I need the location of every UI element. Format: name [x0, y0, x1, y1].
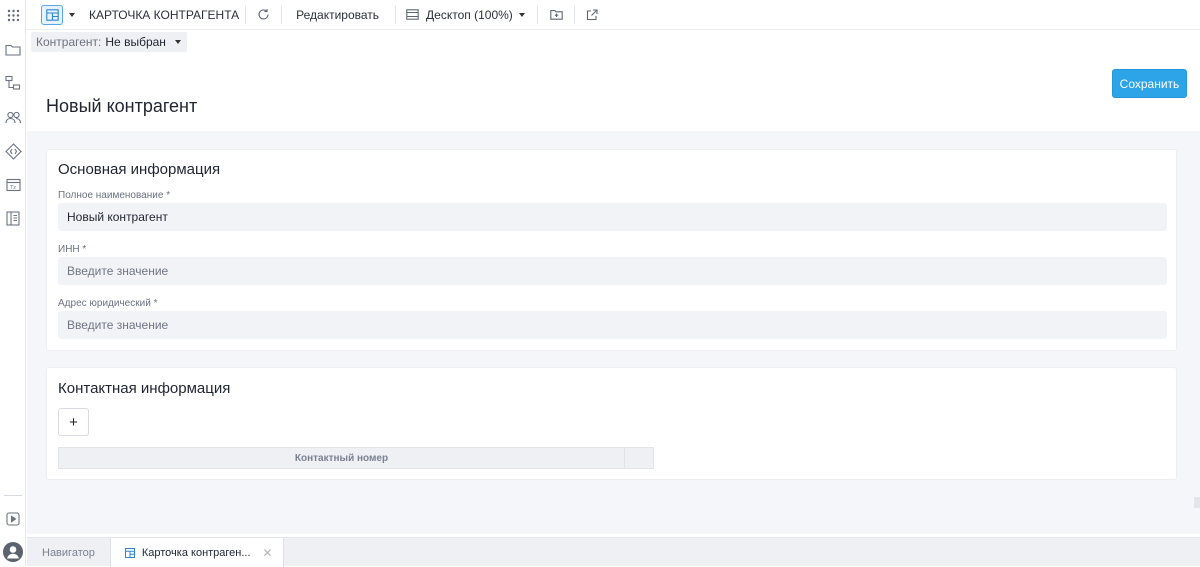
- viewport-label: Десктоп (100%): [426, 7, 513, 22]
- external-link-icon[interactable]: [586, 8, 598, 21]
- divider: [395, 5, 397, 24]
- column-header-phone[interactable]: Контактный номер: [59, 448, 625, 468]
- chevron-down-icon[interactable]: [69, 12, 75, 17]
- contact-info-card: Контактная информация + Контактный номер: [46, 367, 1177, 480]
- layout-icon: [124, 547, 135, 558]
- section-title: Контактная информация: [58, 380, 231, 397]
- full-name-label: Полное наименование *: [58, 190, 171, 201]
- apps-grid-icon[interactable]: [4, 6, 22, 24]
- bottom-tab-bar: Навигатор Карточка контраген... ✕: [27, 537, 1200, 567]
- divider: [536, 5, 538, 24]
- scrollbar[interactable]: [1194, 497, 1200, 508]
- divider: [573, 5, 575, 24]
- svg-text:Tz: Tz: [9, 185, 16, 191]
- section-title: Основная информация: [58, 161, 221, 178]
- desktop-icon: [406, 9, 419, 20]
- full-name-input[interactable]: Новый контрагент: [58, 203, 1167, 231]
- chevron-down-icon: [518, 12, 525, 17]
- filter-label: Контрагент:: [36, 35, 102, 49]
- edit-button[interactable]: Редактировать: [296, 8, 379, 22]
- folder-plus-icon[interactable]: [550, 9, 563, 20]
- contacts-table-header: Контактный номер: [58, 447, 654, 469]
- refresh-icon[interactable]: [257, 8, 270, 21]
- close-icon[interactable]: ✕: [263, 546, 273, 560]
- legal-address-label: Адрес юридический *: [58, 298, 158, 309]
- play-icon[interactable]: [4, 510, 22, 528]
- api-icon[interactable]: [4, 142, 22, 160]
- folder-icon[interactable]: [4, 40, 22, 58]
- left-rail: Tz: [0, 0, 26, 566]
- main-info-card: Основная информация Полное наименование …: [46, 149, 1177, 351]
- save-button[interactable]: Сохранить: [1112, 69, 1187, 98]
- page-name: КАРТОЧКА КОНТРАГЕНТА: [89, 7, 240, 22]
- legal-address-input[interactable]: Введите значение: [58, 311, 1167, 339]
- inn-label: ИНН *: [58, 244, 87, 255]
- chevron-down-icon: [174, 40, 181, 44]
- top-toolbar: КАРТОЧКА КОНТРАГЕНТА Редактировать Дескт…: [27, 0, 1200, 30]
- table-icon[interactable]: Tz: [4, 176, 22, 194]
- page-title: Новый контрагент: [46, 96, 198, 116]
- filter-value: Не выбран: [105, 35, 166, 49]
- viewport-select[interactable]: Десктоп (100%): [406, 0, 525, 30]
- page-type-button[interactable]: [41, 4, 63, 25]
- divider: [245, 5, 247, 24]
- inn-input[interactable]: Введите значение: [58, 257, 1167, 285]
- counterparty-filter[interactable]: Контрагент: Не выбран: [31, 32, 187, 52]
- layout-icon: [45, 8, 59, 21]
- tab-counterparty-card[interactable]: Карточка контраген... ✕: [110, 538, 284, 567]
- tab-navigator[interactable]: Навигатор: [27, 538, 111, 567]
- column-header-actions: [625, 448, 653, 468]
- users-icon[interactable]: [4, 108, 22, 126]
- tab-label: Карточка контраген...: [141, 546, 251, 559]
- hierarchy-icon[interactable]: [4, 74, 22, 92]
- user-avatar-icon[interactable]: [3, 542, 23, 562]
- divider: [281, 5, 283, 24]
- book-icon[interactable]: [4, 209, 22, 227]
- add-contact-button[interactable]: +: [58, 408, 89, 436]
- rail-divider: [4, 495, 22, 496]
- tab-label: Навигатор: [42, 546, 95, 559]
